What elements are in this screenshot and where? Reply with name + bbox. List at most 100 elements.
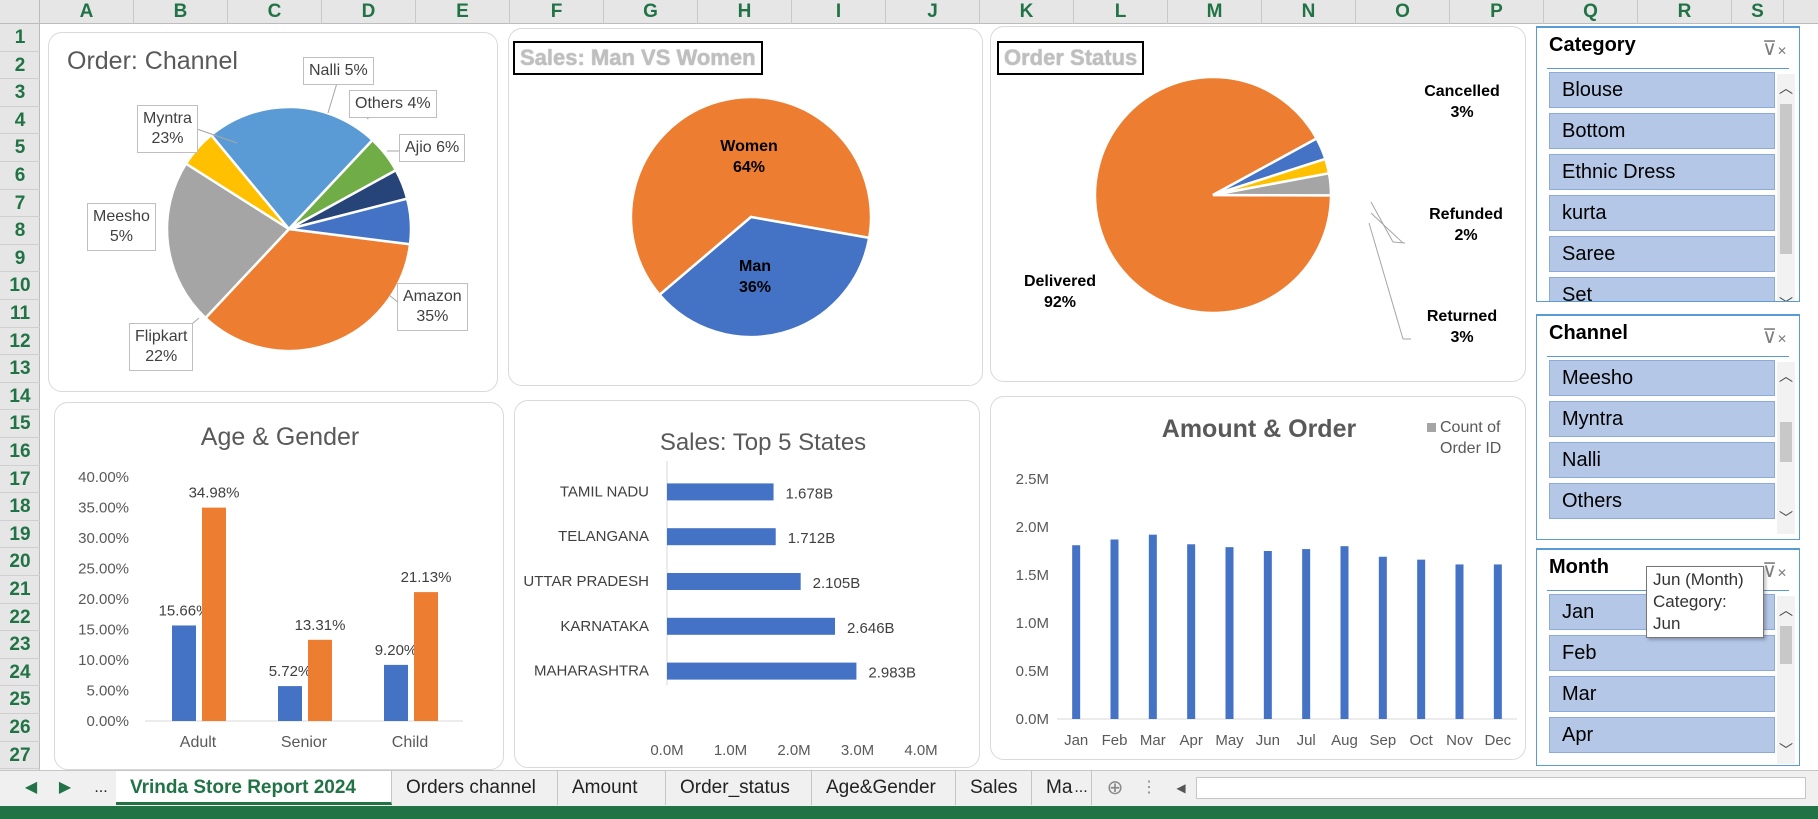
column-header[interactable]: I (792, 0, 886, 24)
scroll-thumb[interactable] (1780, 104, 1792, 254)
column-header[interactable]: L (1074, 0, 1168, 24)
row-header[interactable]: 21 (0, 576, 40, 604)
man-women-chart[interactable]: Sales: Man VS Women Women 64% Man 36% (508, 28, 983, 386)
more-tabs-button[interactable]: ... (1066, 771, 1096, 805)
row-header[interactable]: 1 (0, 24, 40, 52)
slicer-item[interactable]: Meesho (1549, 360, 1775, 396)
slicer-title: Month (1549, 556, 1609, 578)
channel-slicer[interactable]: Channel ⊽✕ Meesho Myntra Nalli Others ︿ ﹀ (1536, 314, 1800, 540)
order-channel-chart[interactable]: Order: Channel Nalli 5% Others 4% Ajio 6… (48, 32, 498, 392)
horizontal-scrollbar[interactable] (1196, 777, 1806, 799)
slicer-item[interactable]: Myntra (1549, 401, 1775, 437)
row-header[interactable]: 8 (0, 217, 40, 245)
slicer-item[interactable]: Bottom (1549, 113, 1775, 149)
clear-filter-icon[interactable]: ⊽✕ (1762, 324, 1787, 349)
row-header[interactable]: 20 (0, 548, 40, 576)
slicer-scrollbar[interactable]: ︿ ﹀ (1777, 362, 1795, 534)
top-states-chart[interactable]: Sales: Top 5 States 0.0M 1.0M 2.0M 3.0M 4.0M… (514, 400, 980, 768)
slicer-item[interactable]: Others (1549, 483, 1775, 519)
slicer-item[interactable]: Mar (1549, 676, 1775, 712)
scroll-thumb[interactable] (1780, 422, 1792, 462)
age-gender-chart[interactable]: Age & Gender 0.00% 5.00% 10.00% 15.00% 20.00… (54, 402, 504, 770)
scroll-up-icon[interactable]: ︿ (1777, 78, 1795, 98)
slicer-item[interactable]: Ethnic Dress (1549, 154, 1775, 190)
column-header[interactable]: K (980, 0, 1074, 24)
slicer-item[interactable]: Blouse (1549, 72, 1775, 108)
scroll-up-icon[interactable]: ︿ (1777, 366, 1795, 386)
slicer-scrollbar[interactable]: ︿ ﹀ (1777, 596, 1795, 764)
column-header[interactable]: B (134, 0, 228, 24)
scroll-up-icon[interactable]: ︿ (1777, 600, 1795, 620)
row-header[interactable]: 22 (0, 604, 40, 632)
scroll-left-icon[interactable]: ◀ (1166, 771, 1196, 805)
tab-splitter-icon[interactable]: ⋮ (1134, 771, 1164, 805)
row-header[interactable]: 19 (0, 521, 40, 549)
amount-order-chart[interactable]: Amount & Order Count of Order ID 0.0M 0.5… (990, 396, 1526, 760)
category-slicer[interactable]: Category ⊽✕ Blouse Bottom Ethnic Dress kurt… (1536, 26, 1800, 302)
row-header[interactable]: 14 (0, 383, 40, 411)
row-header[interactable]: 12 (0, 328, 40, 356)
column-header[interactable]: N (1262, 0, 1356, 24)
row-header[interactable]: 6 (0, 162, 40, 190)
slicer-item[interactable]: Nalli (1549, 442, 1775, 478)
column-header[interactable]: J (886, 0, 980, 24)
next-sheet-icon[interactable]: ▶ (50, 771, 80, 805)
sheet-tab[interactable]: Order_status (666, 771, 812, 805)
order-status-chart[interactable]: Order Status Cancelled 3% Refunded 2% Retu… (990, 26, 1526, 382)
row-header[interactable]: 5 (0, 134, 40, 162)
row-header[interactable]: 7 (0, 190, 40, 218)
row-header[interactable]: 26 (0, 714, 40, 742)
slicer-scrollbar[interactable]: ︿ ﹀ (1777, 74, 1795, 301)
row-header[interactable]: 27 (0, 742, 40, 770)
column-header[interactable]: F (510, 0, 604, 24)
sheet-tab[interactable]: Orders channel (392, 771, 558, 805)
scroll-down-icon[interactable]: ﹀ (1777, 508, 1795, 528)
select-all-corner[interactable] (0, 0, 40, 24)
more-sheets-button[interactable]: ... (86, 771, 116, 805)
slicer-item[interactable]: Set (1549, 277, 1775, 301)
scroll-down-icon[interactable]: ﹀ (1777, 294, 1795, 301)
column-header[interactable]: M (1168, 0, 1262, 24)
sheet-tab[interactable]: Amount (558, 771, 666, 805)
column-header[interactable]: P (1450, 0, 1544, 24)
row-header[interactable]: 3 (0, 79, 40, 107)
prev-sheet-icon[interactable]: ◀ (16, 771, 46, 805)
add-sheet-icon[interactable]: ⊕ (1100, 771, 1130, 805)
tick-label: 35.00% (78, 500, 129, 517)
sheet-tab[interactable]: Age&Gender (812, 771, 956, 805)
sheet-tab[interactable]: Vrinda Store Report 2024 (116, 771, 392, 805)
slicer-item[interactable]: kurta (1549, 195, 1775, 231)
column-header[interactable]: R (1638, 0, 1732, 24)
slicer-item[interactable]: Feb (1549, 635, 1775, 671)
row-header[interactable]: 25 (0, 686, 40, 714)
row-header[interactable]: 15 (0, 410, 40, 438)
column-header[interactable]: A (40, 0, 134, 24)
clear-filter-icon[interactable]: ⊽✕ (1762, 558, 1787, 583)
row-header[interactable]: 23 (0, 631, 40, 659)
scroll-thumb[interactable] (1780, 626, 1792, 664)
column-header[interactable]: D (322, 0, 416, 24)
column-header[interactable]: S (1732, 0, 1784, 24)
row-header[interactable]: 9 (0, 245, 40, 273)
column-header[interactable]: Q (1544, 0, 1638, 24)
row-header[interactable]: 10 (0, 272, 40, 300)
column-header[interactable]: E (416, 0, 510, 24)
sheet-tab[interactable]: Sales (956, 771, 1032, 805)
row-header[interactable]: 13 (0, 355, 40, 383)
row-header[interactable]: 18 (0, 493, 40, 521)
scroll-down-icon[interactable]: ﹀ (1777, 740, 1795, 760)
row-header[interactable]: 17 (0, 466, 40, 494)
slicer-item[interactable]: Apr (1549, 717, 1775, 753)
column-header[interactable]: C (228, 0, 322, 24)
slicer-item[interactable]: Saree (1549, 236, 1775, 272)
row-header[interactable]: 2 (0, 52, 40, 80)
clear-filter-icon[interactable]: ⊽✕ (1762, 36, 1787, 61)
row-header[interactable]: 16 (0, 438, 40, 466)
column-header[interactable]: G (604, 0, 698, 24)
row-header[interactable]: 24 (0, 659, 40, 687)
row-header[interactable]: 4 (0, 107, 40, 135)
row-header[interactable]: 11 (0, 300, 40, 328)
column-header[interactable]: H (698, 0, 792, 24)
leader-line (1392, 241, 1406, 244)
column-header[interactable]: O (1356, 0, 1450, 24)
